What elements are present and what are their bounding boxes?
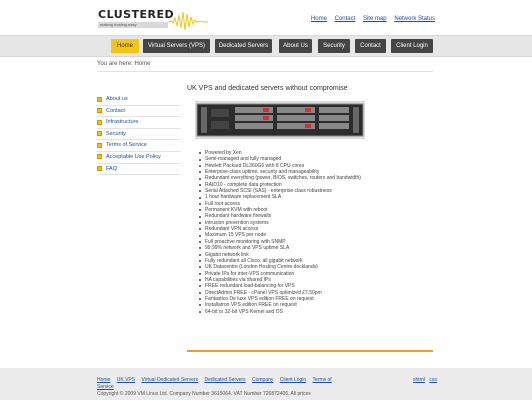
content-divider: [187, 350, 433, 352]
bullet-icon: [97, 119, 102, 125]
footer-link-home[interactable]: Home: [97, 377, 110, 383]
logo-tagline: making hosting easy: [98, 22, 168, 28]
sidebar-item-label: FAQ: [106, 165, 118, 172]
page-title: UK VPS and dedicated servers without com…: [187, 85, 348, 92]
sidebar-item-aup[interactable]: Acceptable Use Policy: [97, 152, 181, 164]
footer-link-client-login[interactable]: Client Login: [280, 377, 306, 383]
sidebar-item-label: About us: [106, 96, 128, 102]
server-image: [195, 101, 365, 139]
nav-home[interactable]: Home: [111, 39, 139, 53]
sidebar-item-label: Infrastructure: [106, 119, 139, 126]
nav-contact[interactable]: Contact: [355, 39, 386, 53]
sidebar-item-label: Security: [106, 130, 126, 137]
footer: Home UK VPS Virtual Dedicated Servers De…: [0, 368, 532, 400]
logo-waveform-icon: [168, 11, 208, 31]
nav-security[interactable]: Security: [318, 39, 350, 53]
feature-list: Powered by Xen Semi-managed and fully ma…: [198, 150, 361, 315]
nav-about-us[interactable]: About Us: [279, 39, 312, 53]
sidebar-item-label: Terms of Service: [106, 142, 147, 149]
copyright-text: Copyright © 2009 VM Linux Ltd. Company N…: [97, 391, 311, 397]
sidebar-item-about-us[interactable]: About us: [97, 94, 181, 106]
footer-link-css[interactable]: css: [429, 377, 437, 383]
bullet-icon: [97, 131, 102, 137]
site-logo[interactable]: CLUSTERED making hosting easy: [98, 8, 208, 34]
top-link-home[interactable]: Home: [311, 16, 327, 22]
bullet-icon: [97, 166, 102, 172]
nav-client-login[interactable]: Client Login: [391, 39, 433, 53]
footer-links: Home UK VPS Virtual Dedicated Servers De…: [97, 377, 337, 391]
top-links: Home Contact Site map Network Status: [305, 16, 435, 22]
sidebar-item-security[interactable]: Security: [97, 129, 181, 141]
footer-link-virtual-dedicated[interactable]: Virtual Dedicated Servers: [141, 377, 198, 383]
sidebar-item-terms[interactable]: Terms of Service: [97, 140, 181, 152]
sidebar-item-faq[interactable]: FAQ: [97, 164, 181, 176]
feature-item: 64-bit or 32-bit VPS Kernel and OS: [198, 309, 361, 315]
main-navigation: Home Virtual Servers (VPS) Dedicated Ser…: [0, 35, 532, 57]
footer-link-dedicated[interactable]: Dedicated Servers: [204, 377, 245, 383]
sidebar-item-label: Contact: [106, 107, 125, 114]
breadcrumb-divider: [97, 71, 433, 72]
sidebar-menu: About us Contact Infrastructure Security…: [97, 94, 181, 176]
top-link-contact[interactable]: Contact: [335, 16, 356, 22]
bullet-icon: [97, 108, 102, 114]
bullet-icon: [97, 142, 102, 148]
footer-link-uk-vps[interactable]: UK VPS: [117, 377, 135, 383]
footer-link-shtml[interactable]: shtml: [413, 377, 425, 383]
bullet-icon: [97, 96, 102, 102]
top-link-network-status[interactable]: Network Status: [394, 16, 435, 22]
validation-links: shtml css: [410, 377, 437, 383]
nav-virtual-servers[interactable]: Virtual Servers (VPS): [143, 39, 210, 53]
breadcrumb: You are here: Home: [97, 61, 151, 67]
sidebar-item-label: Acceptable Use Policy: [106, 153, 161, 160]
sidebar-item-infrastructure[interactable]: Infrastructure: [97, 117, 181, 129]
logo-text: CLUSTERED: [98, 8, 175, 21]
bullet-icon: [97, 154, 102, 160]
top-link-site-map[interactable]: Site map: [363, 16, 387, 22]
nav-dedicated-servers[interactable]: Dedicated Servers: [215, 39, 272, 53]
footer-link-company[interactable]: Company: [252, 377, 273, 383]
sidebar-item-contact[interactable]: Contact: [97, 106, 181, 118]
